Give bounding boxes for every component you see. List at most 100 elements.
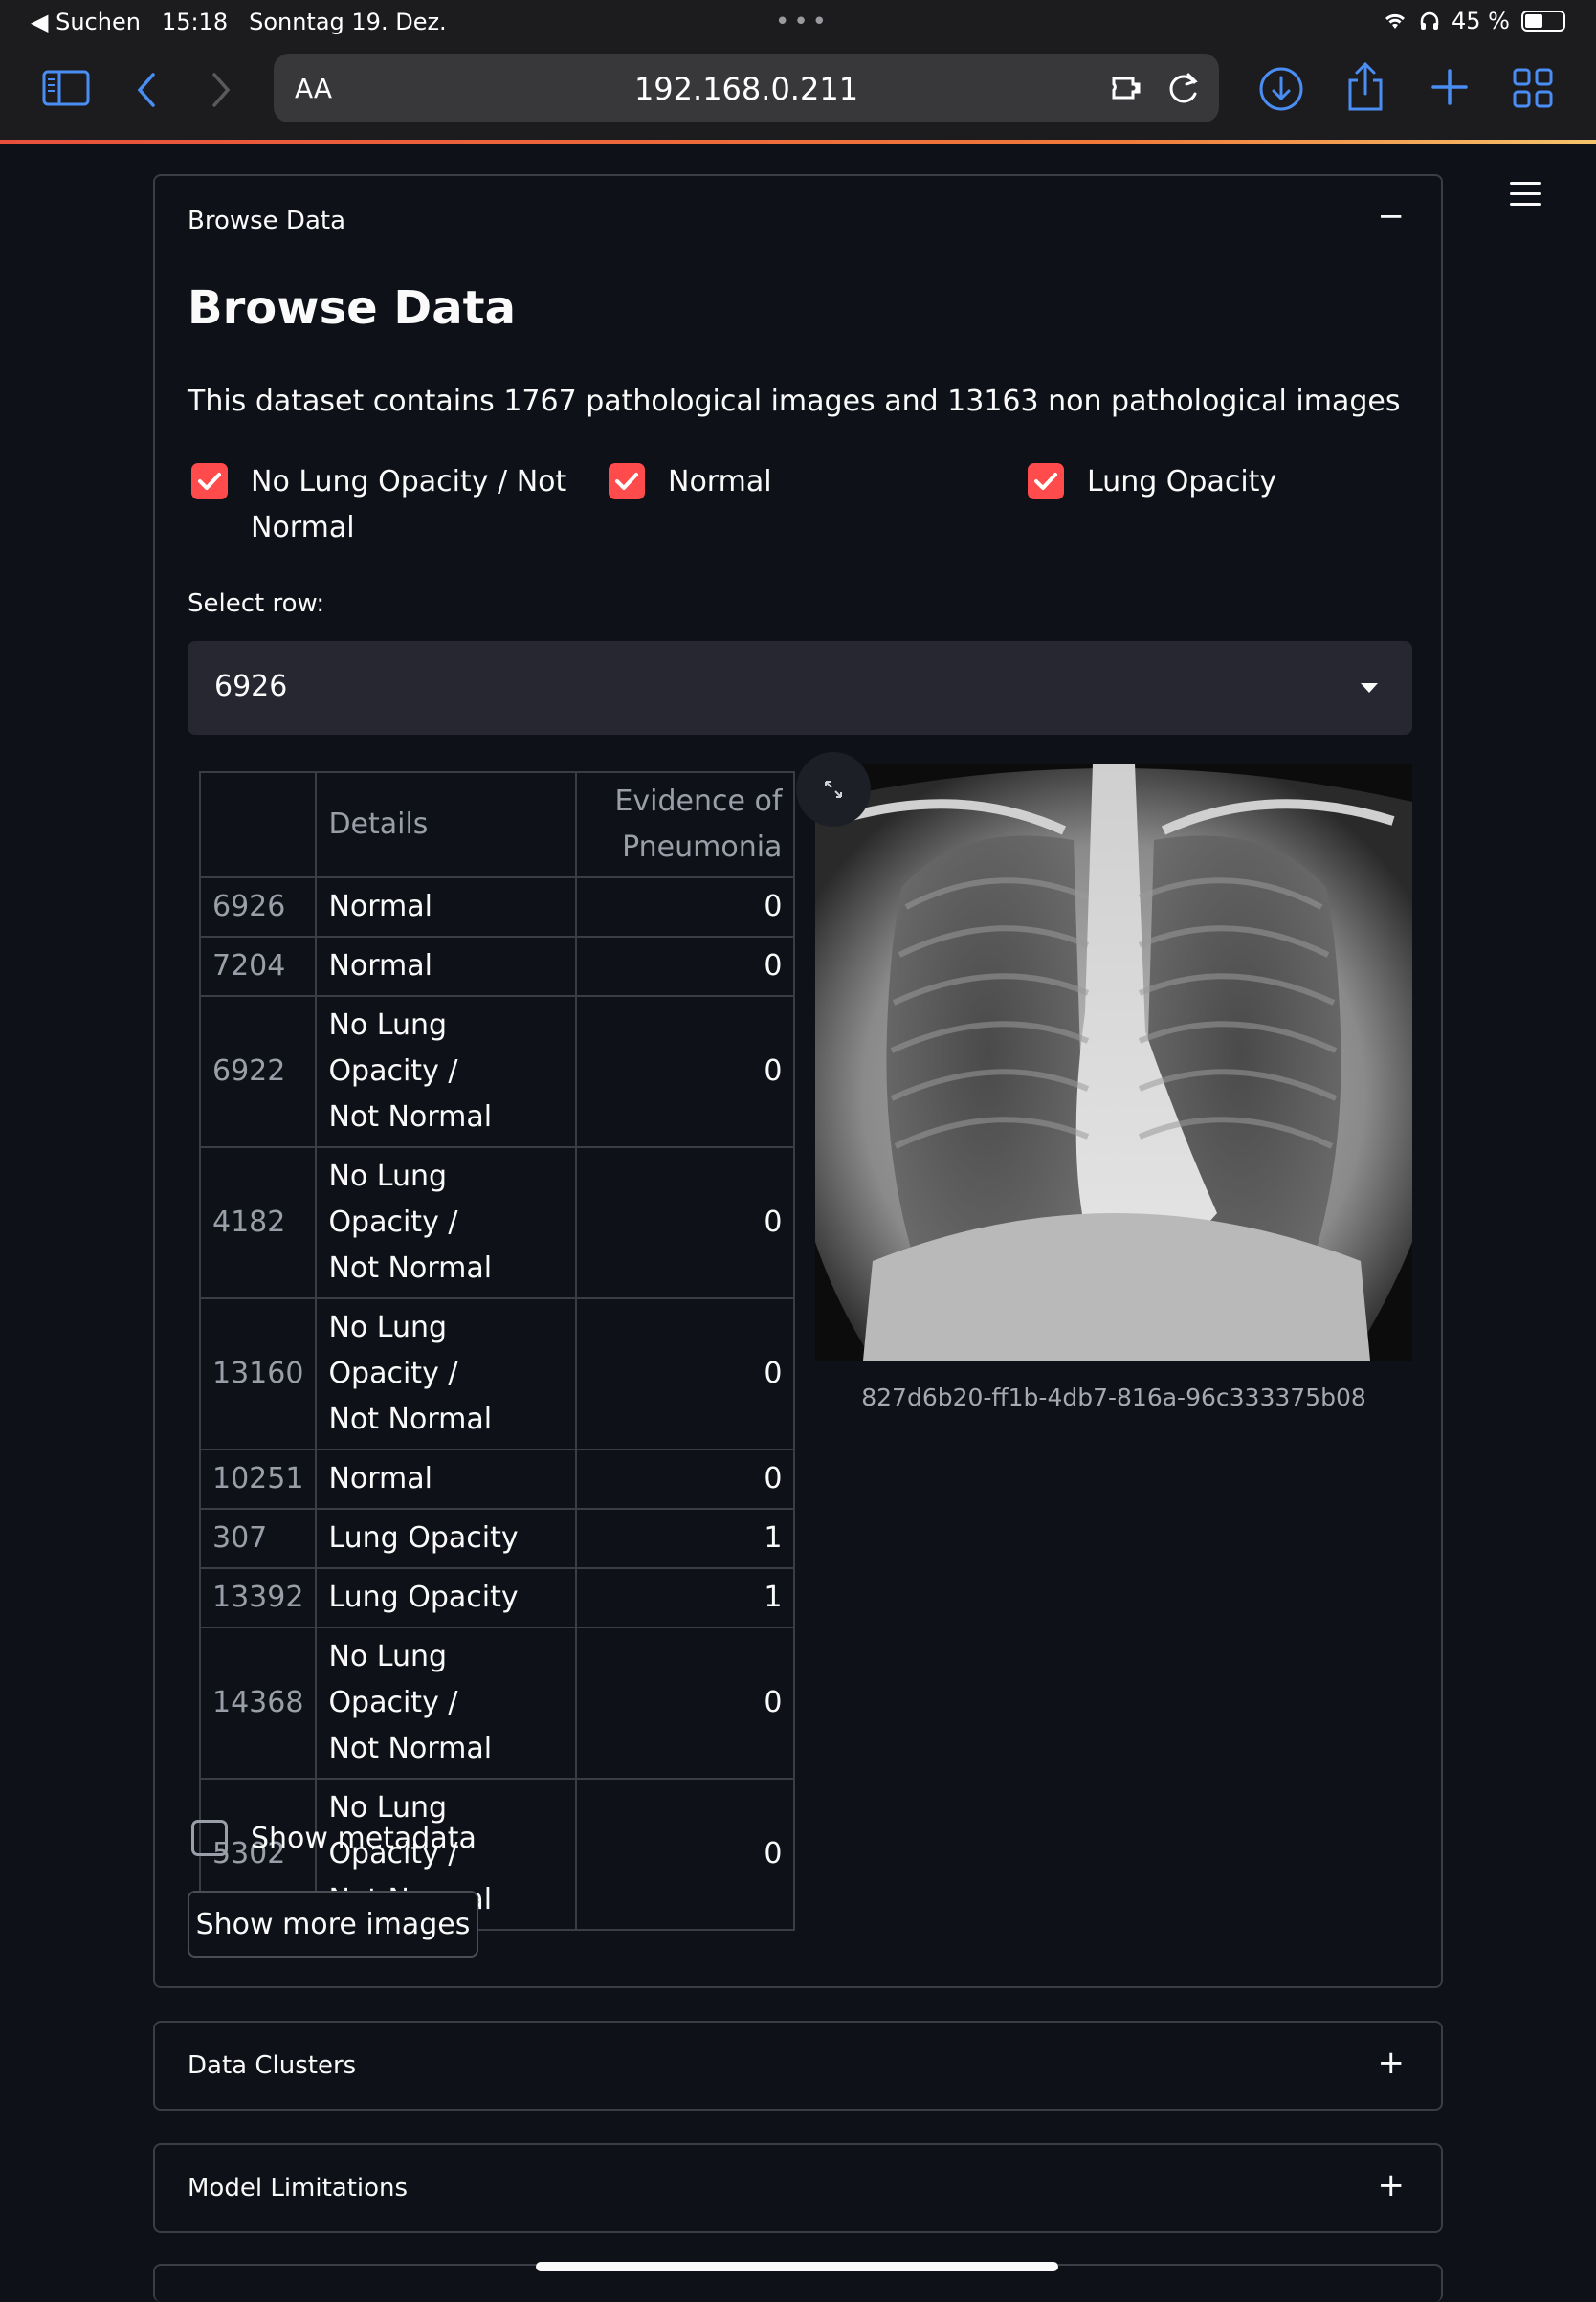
expander-header[interactable]: Model Limitations xyxy=(188,2174,408,2202)
checkbox-checked-icon[interactable] xyxy=(191,463,228,499)
new-tab-icon[interactable] xyxy=(1430,67,1470,107)
row-index: 13160 xyxy=(198,1297,318,1450)
headphones-icon xyxy=(1420,11,1439,30)
index-header[interactable] xyxy=(198,771,318,878)
details-header[interactable]: Details xyxy=(315,771,578,878)
row-evidence: 1 xyxy=(575,1508,796,1569)
fullscreen-icon[interactable] xyxy=(796,752,871,827)
row-details: Normal xyxy=(315,936,578,997)
page-load-progress xyxy=(0,140,1596,144)
browser-toolbar: AA 192.168.0.211 xyxy=(0,46,1596,142)
page-title: Browse Data xyxy=(188,281,516,335)
row-evidence: 0 xyxy=(575,1146,796,1299)
downloads-icon[interactable] xyxy=(1257,65,1305,113)
table-row[interactable]: 4182 No Lung Opacity / Not Normal 0 xyxy=(198,1146,796,1299)
row-details: No Lung Opacity / Not Normal xyxy=(315,1297,578,1450)
sidebar-icon[interactable] xyxy=(42,69,90,107)
show-metadata-checkbox[interactable]: Show metadata xyxy=(191,1816,477,1862)
forward-icon[interactable] xyxy=(209,71,233,109)
row-details: No Lung Opacity / Not Normal xyxy=(315,1627,578,1780)
clock: 15:18 xyxy=(161,9,229,35)
row-index: 7204 xyxy=(198,936,318,997)
checkbox-checked-icon[interactable] xyxy=(609,463,645,499)
filter-normal-checkbox[interactable]: Normal xyxy=(609,459,772,505)
collapse-icon[interactable]: − xyxy=(1378,197,1406,235)
table-row[interactable]: 13160 No Lung Opacity / Not Normal 0 xyxy=(198,1297,796,1450)
row-details: Lung Opacity xyxy=(315,1508,578,1569)
row-details-line1: No Lung Opacity / xyxy=(328,1008,458,1088)
url-text[interactable]: 192.168.0.211 xyxy=(274,71,1219,107)
filter-no-lung-opacity-checkbox[interactable]: No Lung Opacity / Not Normal xyxy=(191,459,566,551)
filter-label-line2: Normal xyxy=(251,511,355,544)
show-more-images-button[interactable]: Show more images xyxy=(188,1891,478,1958)
expand-icon[interactable]: + xyxy=(1378,2044,1406,2082)
row-details: No Lung Opacity / Not Normal xyxy=(315,995,578,1148)
filter-lung-opacity-checkbox[interactable]: Lung Opacity xyxy=(1028,459,1276,505)
back-to-app-link[interactable]: ◀ Suchen xyxy=(31,9,141,35)
row-details-line1: No Lung Opacity / xyxy=(328,1311,458,1390)
row-evidence: 1 xyxy=(575,1567,796,1628)
row-details-line2: Not Normal xyxy=(328,1403,493,1436)
row-details-line1: No Lung Opacity / xyxy=(328,1160,458,1239)
table-row[interactable]: 10251 Normal 0 xyxy=(198,1449,796,1510)
table-row[interactable]: 6922 No Lung Opacity / Not Normal 0 xyxy=(198,995,796,1148)
row-index: 307 xyxy=(198,1508,318,1569)
home-indicator[interactable] xyxy=(536,2262,1058,2271)
data-clusters-expander[interactable]: Data Clusters + xyxy=(153,2021,1443,2111)
wifi-icon xyxy=(1385,13,1406,29)
table-row[interactable]: 7204 Normal 0 xyxy=(198,936,796,997)
row-index: 6922 xyxy=(198,995,318,1148)
row-evidence: 0 xyxy=(575,1778,796,1931)
show-metadata-label: Show metadata xyxy=(251,1822,477,1855)
expander-header[interactable]: Data Clusters xyxy=(188,2051,356,2080)
reload-icon[interactable] xyxy=(1165,69,1202,111)
row-evidence: 0 xyxy=(575,1449,796,1510)
row-details: Normal xyxy=(315,876,578,938)
table-row[interactable]: 6926 Normal 0 xyxy=(198,876,796,938)
filter-label-line1: No Lung Opacity / Not xyxy=(251,465,567,498)
row-index: 13392 xyxy=(198,1567,318,1628)
tab-overview-icon[interactable] xyxy=(1512,67,1554,109)
browse-data-expander: Browse Data − Browse Data This dataset c… xyxy=(153,174,1443,1988)
row-details-line2: Not Normal xyxy=(328,1100,493,1134)
table-header-row: Details Evidence of Pneumonia xyxy=(198,771,796,878)
checkbox-checked-icon[interactable] xyxy=(1028,463,1064,499)
row-evidence: 0 xyxy=(575,995,796,1148)
table-row[interactable]: 14368 No Lung Opacity / Not Normal 0 xyxy=(198,1627,796,1780)
status-bar: ◀ Suchen 15:18 Sonntag 19. Dez. ••• 45 % xyxy=(0,0,1596,46)
row-details: Normal xyxy=(315,1449,578,1510)
row-evidence: 0 xyxy=(575,1297,796,1450)
expander-header[interactable]: Browse Data xyxy=(188,207,345,235)
evidence-header[interactable]: Evidence of Pneumonia xyxy=(575,771,796,878)
back-icon[interactable] xyxy=(134,71,159,109)
row-evidence: 0 xyxy=(575,1627,796,1780)
checkbox-unchecked-icon[interactable] xyxy=(191,1820,228,1856)
expand-icon[interactable]: + xyxy=(1378,2166,1406,2204)
evidence-header-line2: Pneumonia xyxy=(622,830,783,864)
extensions-icon[interactable] xyxy=(1110,71,1148,109)
row-details: Lung Opacity xyxy=(315,1567,578,1628)
date: Sonntag 19. Dez. xyxy=(249,9,447,35)
main-menu-icon[interactable] xyxy=(1510,182,1541,213)
row-evidence: 0 xyxy=(575,936,796,997)
row-details: No Lung Opacity / Not Normal xyxy=(315,1146,578,1299)
address-bar[interactable]: AA 192.168.0.211 xyxy=(274,54,1219,122)
evidence-header-line1: Evidence of xyxy=(614,785,783,818)
image-caption: 827d6b20-ff1b-4db7-816a-96c333375b08 xyxy=(861,1383,1366,1411)
multitasking-dots-icon[interactable]: ••• xyxy=(775,8,831,36)
chest-xray-image xyxy=(815,764,1412,1361)
table-row[interactable]: 307 Lung Opacity 1 xyxy=(198,1508,796,1569)
data-table: Details Evidence of Pneumonia 6926 Normal… xyxy=(198,771,796,1931)
chevron-down-icon[interactable] xyxy=(1361,683,1378,693)
row-index: 4182 xyxy=(198,1146,318,1299)
row-index: 14368 xyxy=(198,1627,318,1780)
row-details-line2: Not Normal xyxy=(328,1251,493,1285)
row-evidence: 0 xyxy=(575,876,796,938)
row-index: 10251 xyxy=(198,1449,318,1510)
dataset-description: This dataset contains 1767 pathological … xyxy=(188,385,1401,418)
share-icon[interactable] xyxy=(1345,61,1385,113)
row-select[interactable]: 6926 xyxy=(188,641,1412,735)
model-limitations-expander[interactable]: Model Limitations + xyxy=(153,2143,1443,2233)
table-row[interactable]: 13392 Lung Opacity 1 xyxy=(198,1567,796,1628)
filter-label: Normal xyxy=(668,465,772,498)
